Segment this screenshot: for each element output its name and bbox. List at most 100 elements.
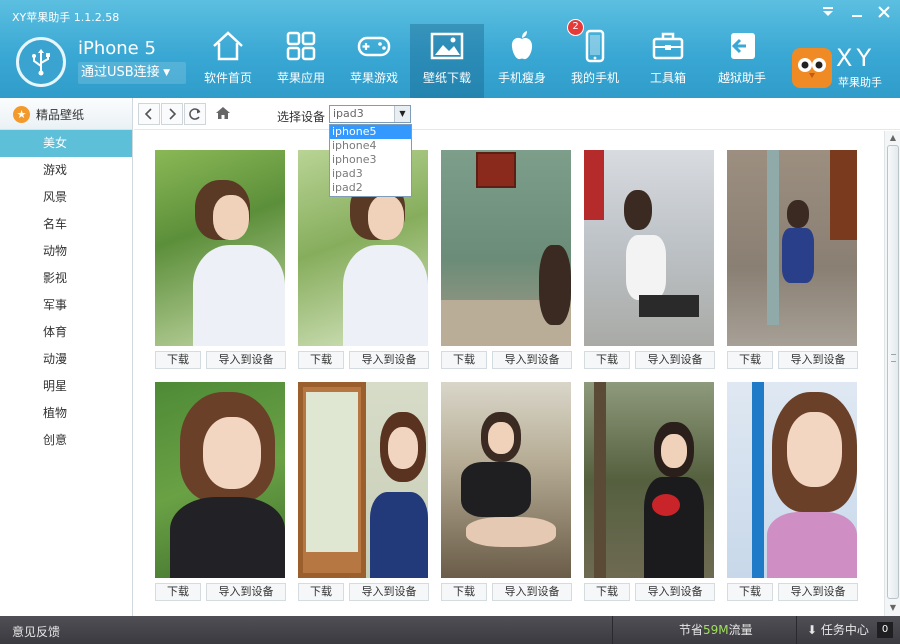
wallpaper-card: 下载 导入到设备 (584, 150, 715, 369)
card-actions: 下载 导入到设备 (584, 583, 715, 601)
category-item[interactable]: 动物 (0, 238, 132, 265)
nav-slim[interactable]: 手机瘦身 (485, 28, 559, 90)
card-actions: 下载 导入到设备 (727, 583, 858, 601)
download-button[interactable]: 下载 (155, 351, 201, 369)
download-button[interactable]: 下载 (584, 583, 630, 601)
card-actions: 下载 导入到设备 (298, 583, 429, 601)
menu-dropdown-icon[interactable] (817, 5, 839, 25)
feedback-link[interactable]: 意见反馈 (12, 623, 60, 640)
notification-badge: 2 (567, 19, 584, 36)
import-to-device-button[interactable]: 导入到设备 (349, 351, 429, 369)
toolbar: 选择设备 ipad3 ▼ (134, 98, 900, 130)
nav-jailbreak-label: 越狱助手 (717, 71, 766, 85)
device-option[interactable]: ipad3 (330, 167, 411, 181)
connection-label: 通过USB连接 (81, 65, 160, 80)
category-item[interactable]: 军事 (0, 292, 132, 319)
download-arrow-icon: ⬇ (807, 623, 818, 637)
wallpaper-thumbnail[interactable] (441, 382, 571, 578)
brand-logo: XY 苹果助手 (790, 44, 894, 90)
category-item[interactable]: 创意 (0, 427, 132, 454)
back-button[interactable] (138, 103, 160, 125)
wallpaper-card: 下载 导入到设备 (441, 382, 572, 601)
category-item[interactable]: 植物 (0, 400, 132, 427)
scroll-up-icon[interactable]: ▲ (888, 133, 898, 143)
traffic-saved: 节省59M流量 (612, 616, 795, 644)
dropdown-arrow-icon[interactable]: ▼ (394, 106, 410, 122)
nav-games-label: 苹果游戏 (349, 71, 398, 85)
exit-arrow-icon (731, 33, 755, 59)
sidebar-header: ★ 精品壁纸 (0, 98, 132, 130)
wallpaper-thumbnail[interactable] (584, 382, 714, 578)
category-item[interactable]: 明星 (0, 373, 132, 400)
import-to-device-button[interactable]: 导入到设备 (206, 583, 286, 601)
scrollbar-thumb[interactable] (887, 145, 899, 599)
import-to-device-button[interactable]: 导入到设备 (778, 583, 858, 601)
device-option[interactable]: ipad2 (330, 181, 411, 195)
device-select-value: ipad3 (333, 107, 364, 120)
wallpaper-thumbnail[interactable] (155, 382, 285, 578)
category-item[interactable]: 美女 (0, 130, 132, 157)
wallpaper-card: 下载 导入到设备 (155, 150, 286, 369)
home-button[interactable] (214, 104, 234, 124)
usb-device-icon[interactable] (16, 37, 66, 87)
download-button[interactable]: 下载 (298, 351, 344, 369)
caret-down-icon: ▼ (163, 68, 170, 78)
import-to-device-button[interactable]: 导入到设备 (492, 351, 572, 369)
connection-select[interactable]: 通过USB连接 ▼ (78, 62, 186, 84)
download-button[interactable]: 下载 (727, 583, 773, 601)
forward-button[interactable] (161, 103, 183, 125)
wallpaper-thumbnail[interactable] (727, 150, 857, 346)
brand-text: XY (836, 44, 876, 72)
download-button[interactable]: 下载 (727, 351, 773, 369)
download-button[interactable]: 下载 (441, 351, 487, 369)
wallpaper-thumbnail[interactable] (584, 150, 714, 346)
import-to-device-button[interactable]: 导入到设备 (492, 583, 572, 601)
apple-icon (511, 31, 533, 60)
toolbox-icon (652, 32, 684, 60)
category-item[interactable]: 游戏 (0, 157, 132, 184)
import-to-device-button[interactable]: 导入到设备 (635, 583, 715, 601)
nav-home[interactable]: 软件首页 (191, 28, 265, 90)
wallpaper-thumbnail[interactable] (441, 150, 571, 346)
owl-logo-icon (792, 48, 832, 88)
card-actions: 下载 导入到设备 (155, 351, 286, 369)
wallpaper-thumbnail[interactable] (155, 150, 285, 346)
nav-wallpaper-label: 壁纸下载 (422, 71, 471, 85)
refresh-icon (189, 108, 201, 120)
minimize-icon[interactable] (846, 5, 868, 25)
wallpaper-thumbnail[interactable] (298, 382, 428, 578)
nav-toolbox[interactable]: 工具箱 (631, 28, 705, 90)
download-button[interactable]: 下载 (584, 351, 630, 369)
close-icon[interactable] (873, 5, 895, 25)
task-center-button[interactable]: ⬇ 任务中心 0 (796, 616, 900, 644)
nav-my-phone[interactable]: 我的手机 (558, 28, 632, 90)
import-to-device-button[interactable]: 导入到设备 (206, 351, 286, 369)
wallpaper-thumbnail[interactable] (727, 382, 857, 578)
category-item[interactable]: 风景 (0, 184, 132, 211)
device-select-label: 选择设备 (277, 110, 326, 124)
vertical-scrollbar[interactable]: ▲ ▼ (884, 131, 900, 616)
import-to-device-button[interactable]: 导入到设备 (349, 583, 429, 601)
category-item[interactable]: 动漫 (0, 346, 132, 373)
nav-games[interactable]: 苹果游戏 (337, 28, 411, 90)
wallpaper-gallery: 下载 导入到设备 下载 导入到设备 下载 导入到设备 下载 导入到设备 下载 导… (134, 131, 884, 616)
nav-apps[interactable]: 苹果应用 (264, 28, 338, 90)
category-item[interactable]: 体育 (0, 319, 132, 346)
brand-subtitle: 苹果助手 (838, 76, 882, 89)
download-button[interactable]: 下载 (298, 583, 344, 601)
scroll-down-icon[interactable]: ▼ (888, 603, 898, 613)
device-select[interactable]: ipad3 ▼ (329, 105, 411, 123)
download-button[interactable]: 下载 (441, 583, 487, 601)
category-item[interactable]: 影视 (0, 265, 132, 292)
device-option[interactable]: iphone3 (330, 153, 411, 167)
device-option[interactable]: iphone4 (330, 139, 411, 153)
category-item[interactable]: 名车 (0, 211, 132, 238)
download-button[interactable]: 下载 (155, 583, 201, 601)
import-to-device-button[interactable]: 导入到设备 (635, 351, 715, 369)
nav-wallpaper[interactable]: 壁纸下载 (410, 24, 484, 98)
refresh-button[interactable] (184, 103, 206, 125)
device-option[interactable]: iphone5 (330, 125, 411, 139)
task-center-label: 任务中心 (820, 623, 869, 637)
nav-jailbreak[interactable]: 越狱助手 (705, 28, 779, 90)
import-to-device-button[interactable]: 导入到设备 (778, 351, 858, 369)
